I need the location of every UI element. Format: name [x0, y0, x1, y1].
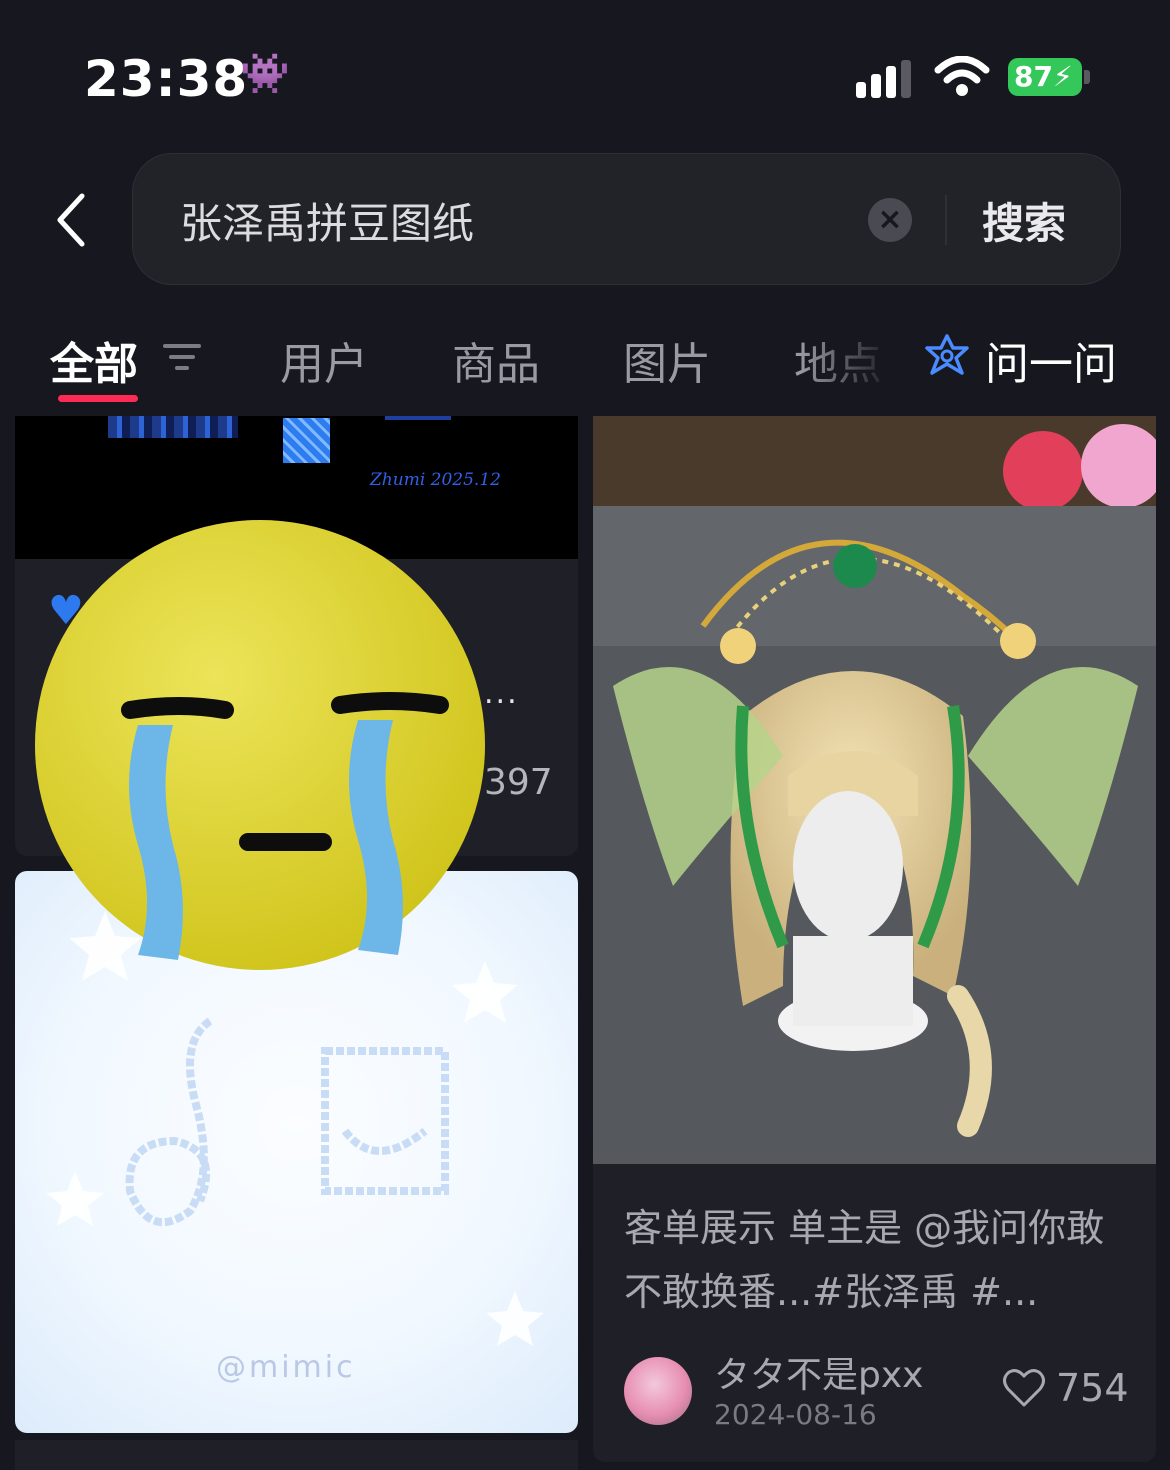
post-title[interactable]: 客单展示 单主是 @我问你敢不敢换番...#张泽禹 #...	[624, 1196, 1124, 1324]
battery-tip	[1084, 70, 1090, 84]
image-watermark: @mimic	[216, 1350, 356, 1385]
cellular-signal-icon	[856, 60, 911, 98]
battery-level: 87	[1014, 60, 1053, 93]
bead-pixel-art	[283, 418, 330, 463]
ask-ai-icon[interactable]	[922, 333, 972, 383]
like-count: 397	[484, 762, 553, 803]
tab-products[interactable]: 商品	[452, 328, 540, 392]
headpiece-photo	[593, 416, 1156, 1164]
tab-images[interactable]: 图片	[623, 328, 711, 392]
search-button[interactable]: 搜索	[982, 190, 1066, 251]
active-tab-indicator	[58, 395, 138, 402]
charging-icon: ⚡	[1052, 60, 1073, 93]
status-emoji-icon: 👾	[240, 51, 290, 97]
bead-pixel-art	[385, 416, 451, 420]
wifi-icon	[934, 56, 990, 96]
tabs-fade-overlay	[800, 320, 910, 392]
filter-icon[interactable]	[163, 340, 203, 374]
search-divider	[945, 195, 947, 245]
bead-pixel-art	[108, 416, 238, 438]
tab-all[interactable]: 全部	[50, 328, 138, 392]
battery-indicator: 87⚡	[1008, 58, 1082, 96]
image-signature: Zhumi 2025.12	[370, 470, 501, 490]
ask-label[interactable]: 问一问	[985, 328, 1117, 392]
card-footer	[15, 1440, 578, 1470]
card-photo-headpiece	[593, 416, 1156, 1164]
clear-search-icon[interactable]: ×	[868, 198, 912, 242]
like-count: 754	[1056, 1366, 1129, 1410]
crying-face-sticker-icon	[35, 520, 485, 970]
back-icon[interactable]	[52, 190, 92, 250]
search-input[interactable]: 张泽禹拼豆图纸	[180, 190, 474, 251]
status-time: 23:38	[84, 50, 249, 108]
tab-users[interactable]: 用户	[280, 328, 368, 392]
author-name[interactable]: タタ不是pxx	[714, 1346, 923, 1398]
post-date: 2024-08-16	[714, 1398, 877, 1431]
author-avatar[interactable]	[624, 1357, 692, 1425]
like-heart-icon[interactable]	[1002, 1368, 1046, 1408]
